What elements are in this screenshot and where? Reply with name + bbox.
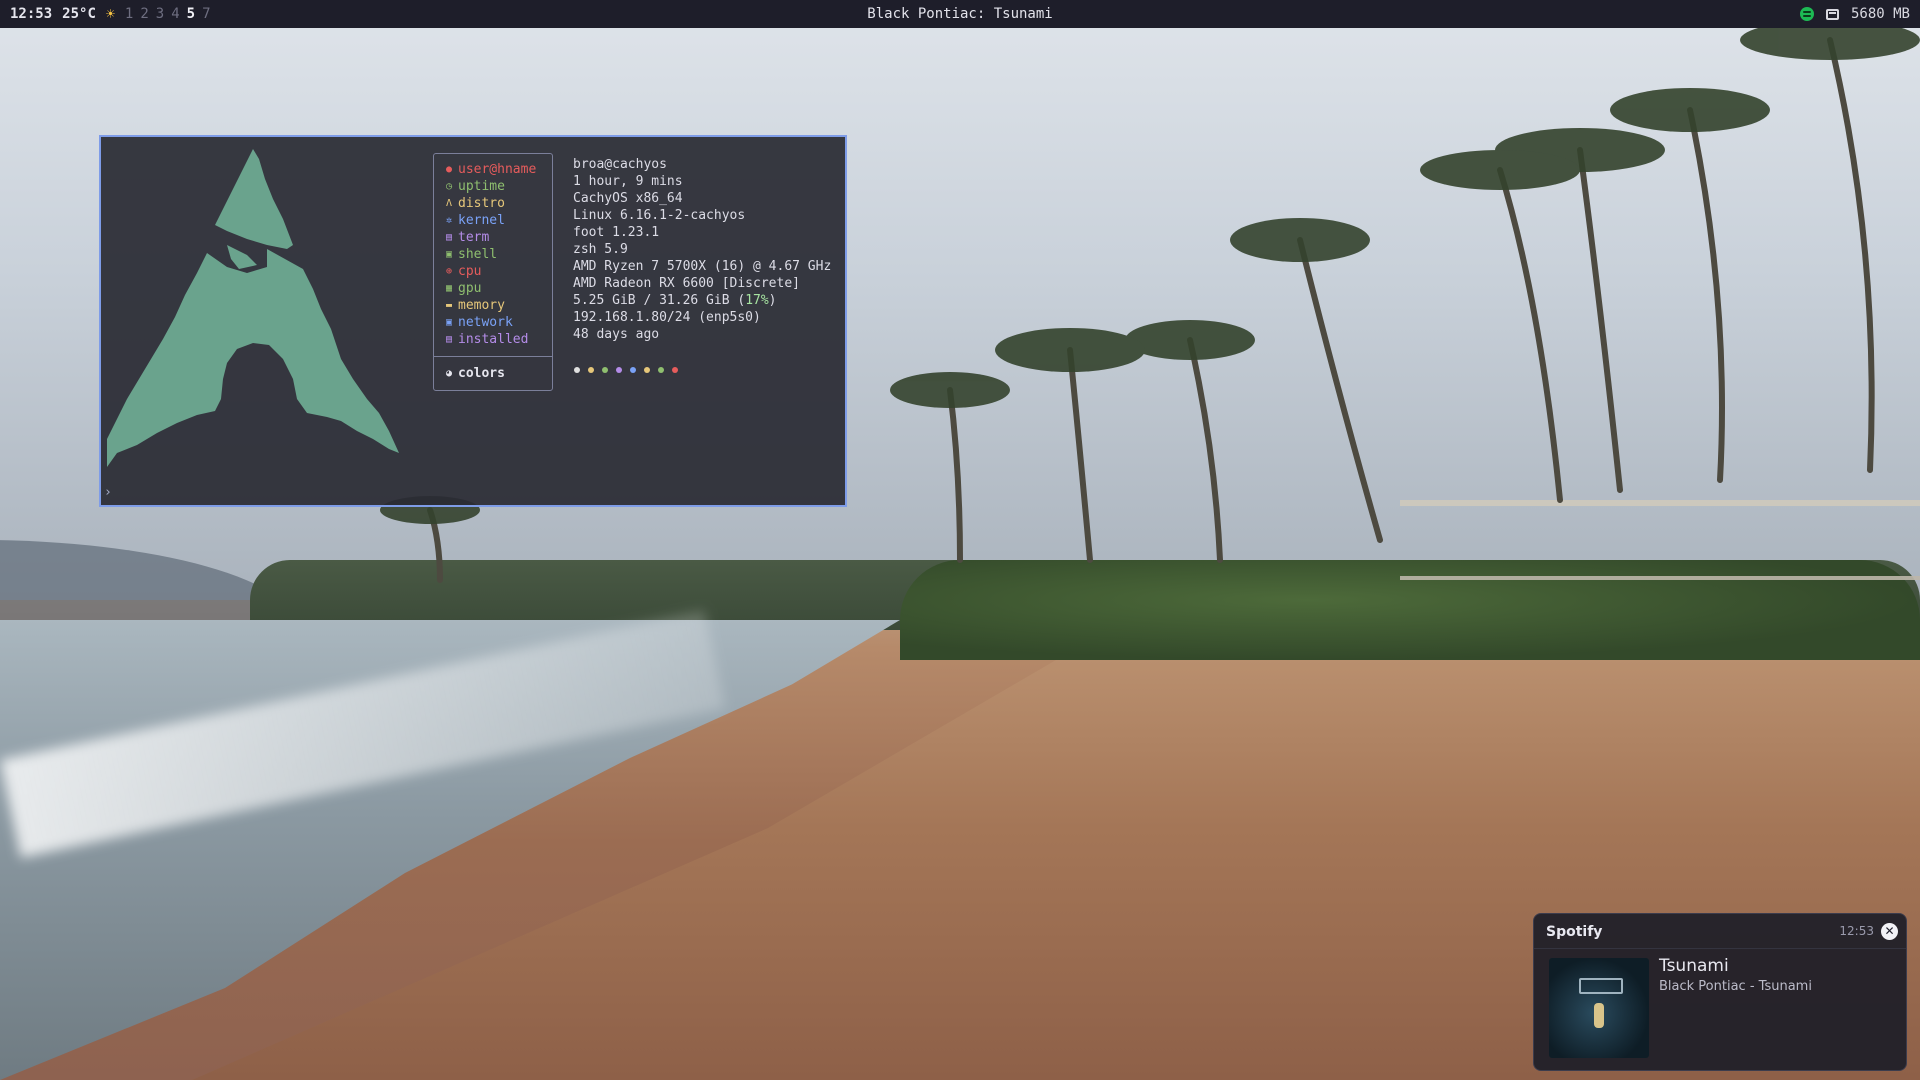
palette-dot: [644, 367, 650, 373]
memory-percent: 17%: [745, 293, 769, 308]
value-installed: 48 days ago: [573, 327, 660, 342]
clock-icon: ◷: [445, 181, 453, 192]
album-art: [1549, 958, 1649, 1058]
close-icon[interactable]: ✕: [1881, 923, 1898, 940]
key-user: ● user@hname: [445, 162, 537, 177]
key-cpu: ⊕ cpu: [445, 264, 482, 279]
weather-temperature[interactable]: 25°C: [62, 6, 96, 22]
fastfetch-key-panel: ● user@hname ◷ uptime Λdistro ✲ kernel ▤ ter…: [433, 153, 553, 391]
key-memory: ▬ memory: [445, 298, 505, 313]
cpu-icon: ⊕: [445, 266, 453, 277]
key-distro: Λdistro: [445, 196, 505, 211]
clock[interactable]: 12:53: [10, 6, 52, 22]
palette-dot: [658, 367, 664, 373]
value-shell: zsh 5.9: [573, 242, 628, 257]
memory-icon: ▬: [445, 300, 453, 311]
workspace-switcher: 1 2 3 4 5 7: [125, 6, 211, 22]
arch-logo: [107, 149, 399, 467]
key-divider: [434, 356, 552, 357]
value-gpu: AMD Radeon RX 6600 [Discrete]: [573, 276, 800, 291]
value-term: foot 1.23.1: [573, 225, 660, 240]
terminal-window[interactable]: › ● user@hname ◷ uptime Λdistro ✲ kernel ▤ t…: [99, 135, 847, 507]
terminal-icon: ▤: [445, 232, 453, 243]
top-bar: 12:53 25°C ☀ 1 2 3 4 5 7 Black Pontiac: …: [0, 0, 1920, 28]
palette-dot: [588, 367, 594, 373]
palette-dot: [630, 367, 636, 373]
value-user: broa@cachyos: [573, 157, 667, 172]
workspace-2[interactable]: 2: [140, 6, 148, 22]
memory-usage[interactable]: 5680 MB: [1851, 6, 1910, 22]
user-icon: ●: [445, 164, 453, 175]
window-tray-icon[interactable]: [1825, 8, 1839, 20]
package-icon: ▤: [445, 334, 453, 345]
arch-icon: Λ: [445, 198, 453, 209]
palette-icon: ◕: [445, 368, 453, 379]
spotify-notification[interactable]: Spotify 12:53 ✕ Tsunami Black Pontiac - …: [1533, 913, 1907, 1071]
key-uptime: ◷ uptime: [445, 179, 505, 194]
gpu-icon: ▦: [445, 283, 453, 294]
key-installed: ▤ installed: [445, 332, 529, 347]
workspace-7[interactable]: 7: [202, 6, 210, 22]
workspace-4[interactable]: 4: [171, 6, 179, 22]
value-kernel: Linux 6.16.1-2-cachyos: [573, 208, 746, 223]
key-kernel: ✲ kernel: [445, 213, 505, 228]
notification-subtitle: Black Pontiac - Tsunami: [1659, 979, 1812, 994]
notification-divider: [1534, 948, 1906, 949]
value-memory: 5.25 GiB / 31.26 GiB (17%): [573, 293, 777, 308]
network-icon: ▣: [445, 317, 453, 328]
palette-dot: [616, 367, 622, 373]
notification-app-name: Spotify: [1546, 924, 1603, 940]
key-gpu: ▦ gpu: [445, 281, 482, 296]
key-term: ▤ term: [445, 230, 490, 245]
sun-icon: ☀: [105, 5, 115, 23]
workspace-5[interactable]: 5: [187, 6, 195, 22]
value-uptime: 1 hour, 9 mins: [573, 174, 683, 189]
key-colors: ◕ colors: [445, 366, 505, 381]
palette-dot: [672, 367, 678, 373]
value-network: 192.168.1.80/24 (enp5s0): [573, 310, 761, 325]
notification-title: Tsunami: [1659, 956, 1729, 976]
value-distro: CachyOS x86_64: [573, 191, 683, 206]
key-shell: ▣ shell: [445, 247, 498, 262]
palette-dot: [602, 367, 608, 373]
shell-prompt[interactable]: ›: [104, 485, 112, 500]
color-palette: [574, 367, 678, 373]
key-network: ▣ network: [445, 315, 513, 330]
value-cpu: AMD Ryzen 7 5700X (16) @ 4.67 GHz: [573, 259, 832, 274]
workspace-1[interactable]: 1: [125, 6, 133, 22]
spotify-tray-icon[interactable]: [1799, 7, 1814, 21]
shell-icon: ▣: [445, 249, 453, 260]
gear-icon: ✲: [445, 215, 453, 226]
active-window-title: Black Pontiac: Tsunami: [867, 6, 1053, 22]
fastfetch-values: broa@cachyos 1 hour, 9 mins CachyOS x86_…: [573, 156, 831, 343]
notification-time: 12:53: [1839, 924, 1874, 938]
palette-dot: [574, 367, 580, 373]
workspace-3[interactable]: 3: [156, 6, 164, 22]
